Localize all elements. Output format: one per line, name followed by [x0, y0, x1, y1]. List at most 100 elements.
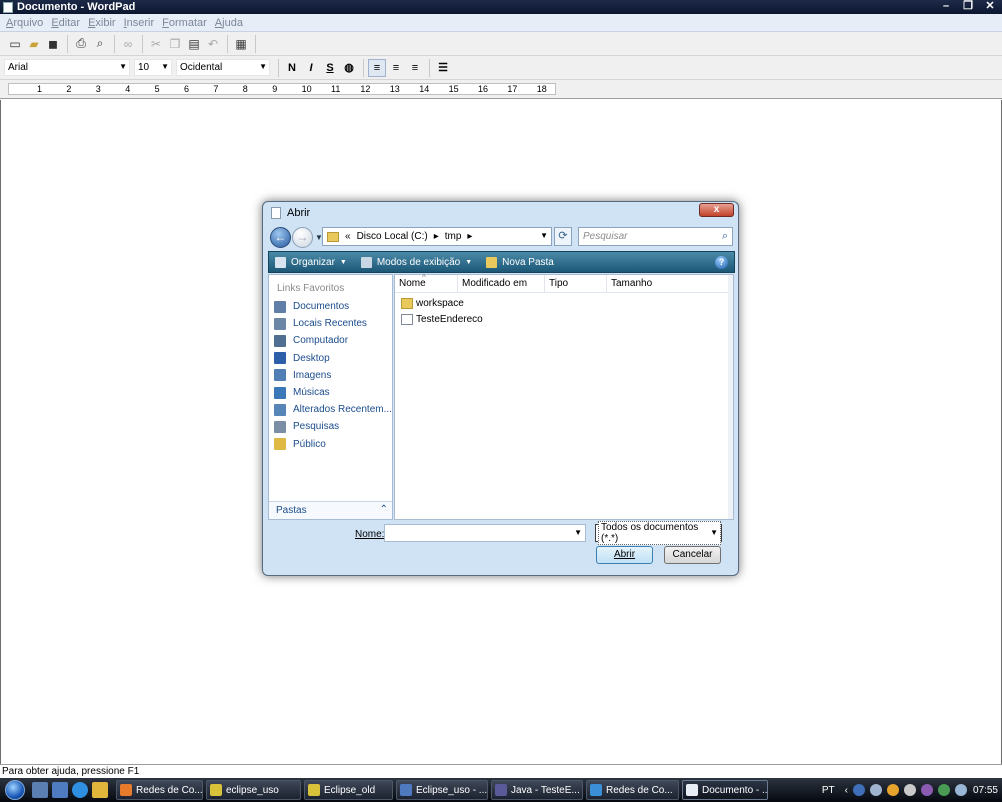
breadcrumb-separator-icon[interactable]: ▸ — [467, 231, 472, 242]
tray-expand-icon[interactable]: ‹ — [845, 785, 848, 796]
sync-icon[interactable] — [869, 784, 882, 796]
favorite-link[interactable]: Alterados Recentem... — [269, 401, 392, 418]
print-icon[interactable]: ⎙ — [72, 35, 90, 53]
internet-explorer-icon[interactable] — [72, 782, 88, 798]
taskbar-button[interactable]: Redes de Co... — [116, 780, 203, 800]
print-preview-icon[interactable]: ⌕ — [91, 35, 109, 53]
dialog-close-button[interactable]: x — [699, 203, 734, 217]
bold-button[interactable]: N — [283, 59, 301, 77]
language-indicator[interactable]: PT — [822, 785, 835, 796]
favorite-link[interactable]: Locais Recentes — [269, 315, 392, 332]
breadcrumb-tmp[interactable]: tmp — [445, 231, 462, 242]
file-row[interactable]: workspace — [395, 295, 733, 311]
favorite-link[interactable]: Documentos — [269, 298, 392, 315]
undo-icon[interactable]: ↶ — [204, 35, 222, 53]
refresh-icon[interactable]: ⟳ — [554, 227, 572, 246]
favorite-link[interactable]: Imagens — [269, 367, 392, 384]
column-header-modificado[interactable]: Modificado em — [458, 275, 545, 292]
font-size-select[interactable]: 10 ▼ — [134, 59, 172, 76]
favorite-link[interactable]: Público — [269, 436, 392, 453]
help-icon[interactable]: ? — [715, 256, 728, 269]
menu-exibir[interactable]: Exibir — [84, 17, 120, 29]
copy-icon[interactable]: ❐ — [166, 35, 184, 53]
forward-arrow-icon[interactable]: → — [292, 226, 313, 248]
network-icon[interactable] — [937, 784, 950, 796]
italic-button[interactable]: I — [302, 59, 320, 77]
close-button[interactable]: ✕ — [982, 0, 998, 12]
chevron-up-icon[interactable]: ⌃ — [380, 504, 388, 515]
volume-icon[interactable] — [954, 784, 967, 796]
breadcrumb-disco-local[interactable]: Disco Local (C:) — [357, 231, 428, 242]
address-bar[interactable]: « Disco Local (C:) ▸ tmp ▸ ▼ — [322, 227, 552, 246]
favorite-link[interactable]: Músicas — [269, 384, 392, 401]
file-type-select[interactable]: Todos os documentos (*.*) ▼ — [595, 521, 722, 545]
find-binoculars-icon[interactable]: ∞ — [119, 35, 137, 53]
taskbar-button[interactable]: Eclipse_old — [304, 780, 393, 800]
menu-formatar[interactable]: Formatar — [158, 17, 211, 29]
dialog-title-bar: Abrir x — [263, 202, 738, 224]
file-name-input[interactable]: ▼ — [384, 524, 586, 542]
menu-inserir[interactable]: Inserir — [120, 17, 159, 29]
ruler-scale[interactable]: 1 2 3 4 5 6 7 8 9 10 11 12 13 14 15 16 17 18 — [8, 83, 556, 95]
switch-windows-icon[interactable] — [52, 782, 68, 798]
taskbar-button[interactable]: eclipse_uso — [206, 780, 301, 800]
start-button[interactable] — [0, 778, 30, 802]
folder-icon[interactable] — [92, 782, 108, 798]
views-label: Modos de exibição — [376, 256, 461, 268]
chevron-down-icon[interactable]: ▼ — [540, 231, 548, 240]
back-arrow-icon[interactable]: ← — [270, 226, 291, 248]
folders-toggle[interactable]: Pastas ⌃ — [269, 501, 392, 519]
script-select[interactable]: Ocidental ▼ — [176, 59, 270, 76]
ruler-tick: 14 — [419, 84, 430, 94]
taskbar-button[interactable]: Redes de Co... — [586, 780, 679, 800]
menu-ajuda[interactable]: Ajuda — [211, 17, 247, 29]
align-right-icon[interactable]: ≡ — [406, 59, 424, 77]
column-header-nome[interactable]: Nome — [395, 269, 458, 292]
favorite-label: Músicas — [293, 387, 330, 399]
cancel-button[interactable]: Cancelar — [664, 546, 721, 564]
favorite-link[interactable]: Computador — [269, 332, 392, 349]
save-disk-icon[interactable]: ◼ — [44, 35, 62, 53]
menu-arquivo[interactable]: Arquivo — [2, 17, 47, 29]
taskbar-button[interactable]: Documento - ... — [682, 780, 768, 800]
file-list-scrollbar[interactable] — [728, 275, 733, 519]
favorite-link[interactable]: Pesquisas — [269, 418, 392, 435]
taskbar-button[interactable]: Eclipse_uso - ... — [396, 780, 488, 800]
bullets-icon[interactable]: ☰ — [434, 59, 452, 77]
text-color-icon[interactable]: ◍ — [340, 59, 358, 77]
download-icon[interactable] — [852, 784, 865, 796]
minimize-button[interactable]: – — [938, 0, 954, 12]
search-icon[interactable]: ⌕ — [722, 230, 728, 243]
search-input[interactable]: Pesquisar ⌕ — [578, 227, 733, 246]
views-button[interactable]: Modos de exibição ▼ — [360, 256, 472, 268]
open-button[interactable]: Abrir — [596, 546, 653, 564]
paste-clipboard-icon[interactable]: ▤ — [185, 35, 203, 53]
app-tray-icon[interactable] — [920, 784, 933, 796]
shield-icon[interactable] — [903, 784, 916, 796]
open-folder-icon[interactable]: ▰ — [25, 35, 43, 53]
power-icon[interactable] — [886, 784, 899, 796]
align-center-icon[interactable]: ≡ — [387, 59, 405, 77]
menu-editar[interactable]: Editar — [47, 17, 84, 29]
chevron-down-icon[interactable]: ▼ — [574, 528, 582, 537]
font-name-select[interactable]: Arial ▼ — [4, 59, 130, 76]
show-desktop-icon[interactable] — [32, 782, 48, 798]
column-header-tamanho[interactable]: Tamanho — [607, 275, 667, 292]
cut-scissors-icon[interactable]: ✂ — [147, 35, 165, 53]
taskbar-button-label: Java - TesteE... — [511, 784, 580, 796]
clock[interactable]: 07:55 — [973, 785, 998, 796]
breadcrumb-separator-icon[interactable]: ▸ — [434, 231, 439, 242]
file-row[interactable]: TesteEndereco — [395, 311, 733, 327]
taskbar-button[interactable]: Java - TesteE... — [491, 780, 583, 800]
restore-button[interactable]: ❐ — [960, 0, 976, 12]
new-folder-button[interactable]: Nova Pasta — [486, 256, 554, 268]
favorite-link[interactable]: Desktop — [269, 350, 392, 367]
underline-button[interactable]: S — [321, 59, 339, 77]
breadcrumb-overflow[interactable]: « — [345, 231, 351, 242]
align-left-icon[interactable]: ≡ — [368, 58, 386, 77]
column-header-tipo[interactable]: Tipo — [545, 275, 607, 292]
new-document-icon[interactable]: ▭ — [6, 35, 24, 53]
taskbar-button-label: Documento - ... — [702, 784, 768, 796]
insert-datetime-icon[interactable]: ▦ — [232, 35, 250, 53]
organize-button[interactable]: Organizar ▼ — [275, 256, 347, 268]
